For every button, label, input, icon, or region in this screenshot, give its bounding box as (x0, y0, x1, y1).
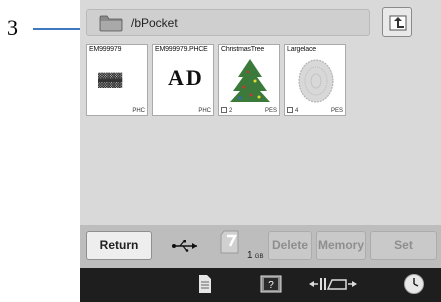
bottom-icon-bar: ? (80, 268, 441, 302)
christmas-tree-preview-icon (230, 59, 270, 102)
folder-icon (99, 15, 123, 32)
file-name: EM999979 (89, 46, 122, 53)
machine-screen: /bPocket EM999979 ▓▓▓▓▓ ▓▓▓▓▓ PHC EM99997… (80, 0, 441, 302)
page-icon[interactable] (198, 274, 212, 294)
file-name: EM999979.PHCE (155, 46, 208, 53)
file-name: ChristmasTree (221, 46, 265, 53)
path-bar: /bPocket (86, 9, 370, 36)
memory-card-icon[interactable] (220, 230, 242, 254)
lace-preview-icon (298, 59, 334, 103)
action-bar: Return 1 GB Delete Memory Set (80, 225, 441, 268)
file-count: 2 (229, 108, 233, 114)
file-format: PES (330, 108, 343, 114)
file-tile[interactable]: ChristmasTree 2 PES (218, 44, 280, 116)
svg-text:?: ? (268, 280, 274, 291)
file-format: PHC (198, 108, 211, 114)
file-format: PES (264, 108, 277, 114)
memory-button[interactable]: Memory (316, 231, 366, 260)
usb-icon[interactable] (171, 240, 199, 252)
help-icon[interactable]: ? (260, 275, 282, 293)
folder-up-icon (389, 15, 407, 31)
file-format: PHC (132, 108, 145, 114)
embroidery-preview-icon: ▓▓▓▓▓ ▓▓▓▓▓ (98, 73, 123, 88)
stitch-color-icon (287, 107, 293, 113)
file-name: Largelace (287, 46, 316, 53)
delete-button[interactable]: Delete (268, 231, 312, 260)
file-tile[interactable]: Largelace 4 PES (284, 44, 346, 116)
file-tile[interactable]: EM999979 ▓▓▓▓▓ ▓▓▓▓▓ PHC (86, 44, 148, 116)
callout-number: 3 (7, 15, 18, 40)
stitch-color-icon (221, 107, 227, 113)
embroidery-preview-icon: AD (168, 65, 204, 90)
file-tile[interactable]: EM999979.PHCE AD PHC (152, 44, 214, 116)
presser-foot-icon[interactable] (308, 277, 358, 291)
folder-path: /bPocket (131, 16, 178, 30)
storage-size: 1 GB (247, 250, 264, 261)
return-button[interactable]: Return (86, 231, 152, 260)
file-count: 4 (295, 108, 299, 114)
clock-icon[interactable] (403, 273, 425, 295)
set-button[interactable]: Set (370, 231, 437, 260)
callout-line (33, 28, 83, 30)
folder-up-button[interactable] (382, 7, 412, 37)
